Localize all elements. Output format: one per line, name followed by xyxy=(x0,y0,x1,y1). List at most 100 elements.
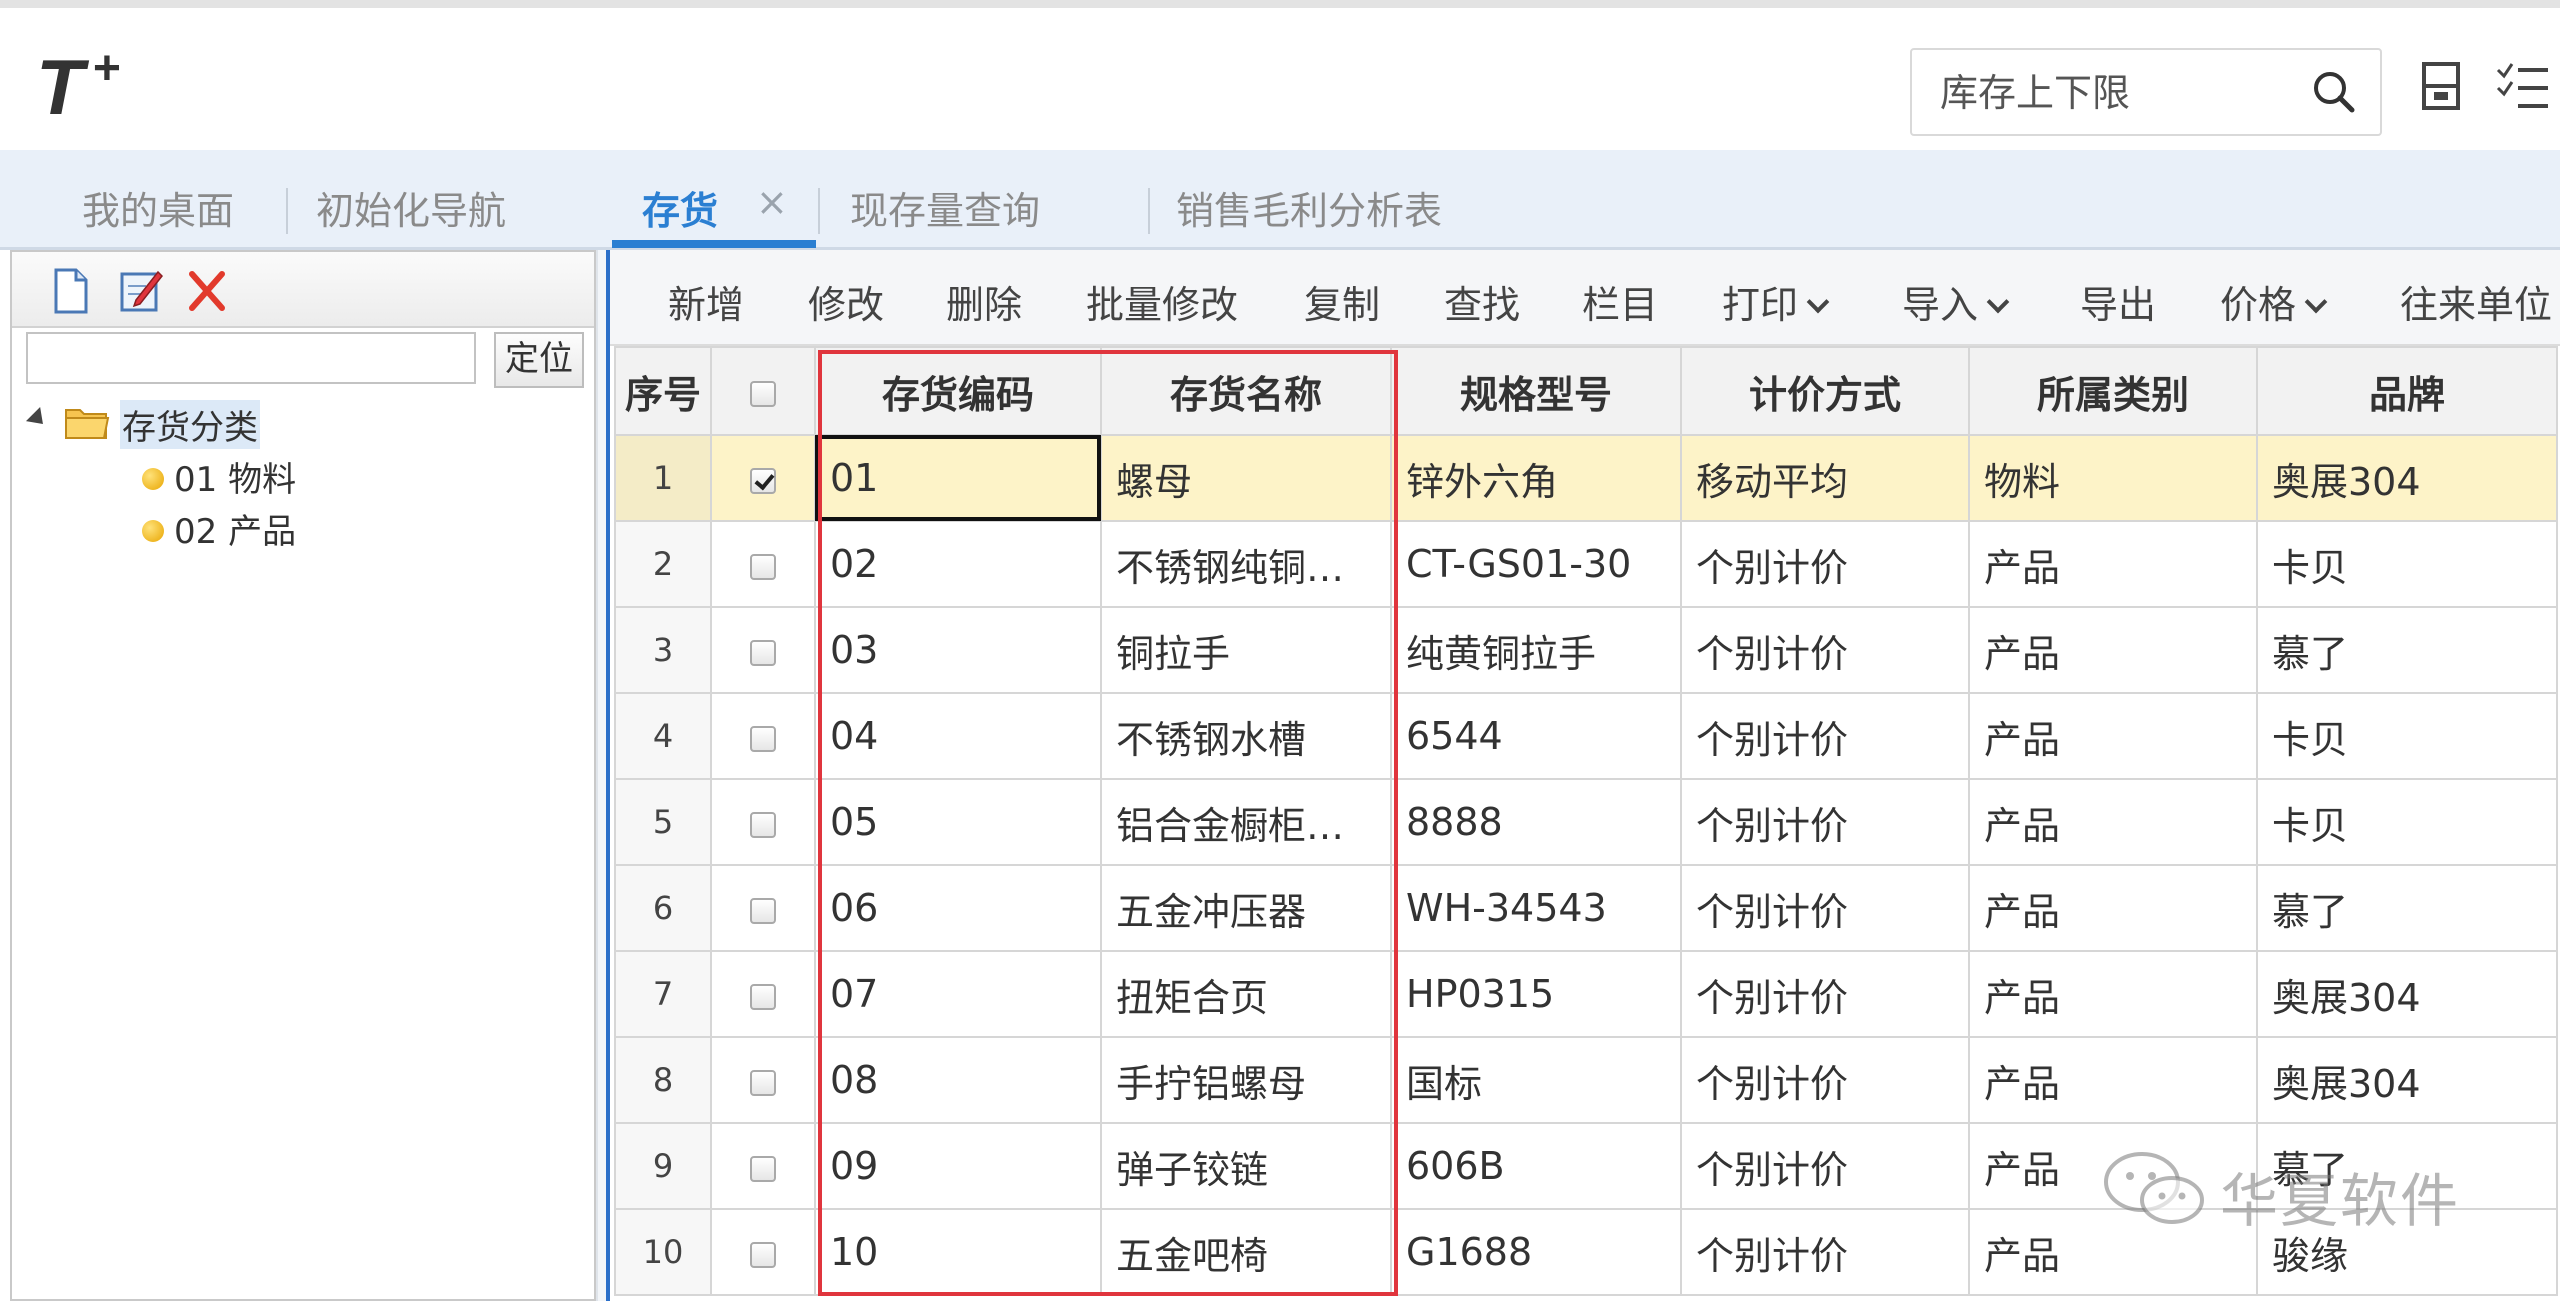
cell-pricing[interactable]: 个别计价 xyxy=(1680,1036,1970,1124)
cell-code[interactable]: 01 xyxy=(814,434,1102,522)
col-header-code[interactable]: 存货编码 xyxy=(814,346,1102,436)
cell-spec[interactable]: HP0315 xyxy=(1390,950,1682,1038)
cell-name[interactable]: 手拧铝螺母 xyxy=(1100,1036,1392,1124)
price-dropdown[interactable]: 价格 xyxy=(2220,274,2328,329)
cell-spec[interactable]: 纯黄铜拉手 xyxy=(1390,606,1682,694)
cell-select[interactable] xyxy=(710,606,816,694)
new-document-icon[interactable] xyxy=(48,266,94,316)
cell-code[interactable]: 03 xyxy=(814,606,1102,694)
table-row[interactable]: 1 01 螺母 锌外六角 移动平均 物料 奥展304 xyxy=(614,434,2558,522)
row-checkbox[interactable] xyxy=(750,553,776,580)
cell-spec[interactable]: 锌外六角 xyxy=(1390,434,1682,522)
cell-pricing[interactable]: 个别计价 xyxy=(1680,692,1970,780)
tab-gross-profit[interactable]: 销售毛利分析表 xyxy=(1176,180,1442,235)
cell-spec[interactable]: 6544 xyxy=(1390,692,1682,780)
table-row[interactable]: 6 06 五金冲压器 WH-34543 个别计价 产品 慕了 xyxy=(614,864,2558,952)
col-header-category[interactable]: 所属类别 xyxy=(1968,346,2258,436)
locate-input[interactable] xyxy=(26,332,476,384)
table-row[interactable]: 7 07 扭矩合页 HP0315 个别计价 产品 奥展304 xyxy=(614,950,2558,1038)
row-checkbox[interactable] xyxy=(750,1069,776,1096)
row-checkbox[interactable] xyxy=(750,897,776,924)
cell-spec[interactable]: 8888 xyxy=(1390,778,1682,866)
col-header-select[interactable] xyxy=(710,346,816,436)
find-button[interactable]: 查找 xyxy=(1444,274,1520,329)
print-dropdown[interactable]: 打印 xyxy=(1722,274,1830,329)
table-row[interactable]: 5 05 铝合金橱柜… 8888 个别计价 产品 卡贝 xyxy=(614,778,2558,866)
table-row[interactable]: 4 04 不锈钢水槽 6544 个别计价 产品 卡贝 xyxy=(614,692,2558,780)
cell-brand[interactable]: 奥展304 xyxy=(2256,950,2558,1038)
cell-category[interactable]: 产品 xyxy=(1968,606,2258,694)
modify-button[interactable]: 修改 xyxy=(808,274,884,329)
cell-code[interactable]: 08 xyxy=(814,1036,1102,1124)
cell-name[interactable]: 铜拉手 xyxy=(1100,606,1392,694)
panel-splitter[interactable] xyxy=(596,250,610,1301)
col-header-pricing[interactable]: 计价方式 xyxy=(1680,346,1970,436)
tree-expand-icon[interactable] xyxy=(25,406,51,432)
cell-name[interactable]: 五金冲压器 xyxy=(1100,864,1392,952)
cell-select[interactable] xyxy=(710,692,816,780)
cell-brand[interactable]: 卡贝 xyxy=(2256,692,2558,780)
cell-pricing[interactable]: 个别计价 xyxy=(1680,950,1970,1038)
cell-select[interactable] xyxy=(710,1036,816,1124)
cell-select[interactable] xyxy=(710,1122,816,1210)
table-row[interactable]: 8 08 手拧铝螺母 国标 个别计价 产品 奥展304 xyxy=(614,1036,2558,1124)
row-checkbox[interactable] xyxy=(750,639,776,666)
cell-category[interactable]: 物料 xyxy=(1968,434,2258,522)
row-checkbox[interactable] xyxy=(750,1241,776,1268)
cell-pricing[interactable]: 个别计价 xyxy=(1680,1122,1970,1210)
cell-category[interactable]: 产品 xyxy=(1968,520,2258,608)
cell-pricing[interactable]: 个别计价 xyxy=(1680,778,1970,866)
cell-pricing[interactable]: 个别计价 xyxy=(1680,1208,1970,1296)
cell-brand[interactable]: 奥展304 xyxy=(2256,434,2558,522)
cell-name[interactable]: 扭矩合页 xyxy=(1100,950,1392,1038)
cell-brand[interactable]: 奥展304 xyxy=(2256,1036,2558,1124)
cell-name[interactable]: 弹子铰链 xyxy=(1100,1122,1392,1210)
cell-select[interactable] xyxy=(710,778,816,866)
col-header-brand[interactable]: 品牌 xyxy=(2256,346,2558,436)
tree-item-materials[interactable]: 01 物料 xyxy=(142,452,296,501)
cell-select[interactable] xyxy=(710,864,816,952)
tab-close-icon[interactable]: × xyxy=(756,180,788,224)
cell-select[interactable] xyxy=(710,950,816,1038)
table-row[interactable]: 2 02 不锈钢纯铜… CT-GS01-30 个别计价 产品 卡贝 xyxy=(614,520,2558,608)
cell-select[interactable] xyxy=(710,434,816,522)
cell-category[interactable]: 产品 xyxy=(1968,778,2258,866)
cell-category[interactable]: 产品 xyxy=(1968,950,2258,1038)
tab-inventory[interactable]: 存货 xyxy=(642,180,718,235)
save-icon[interactable] xyxy=(2414,56,2470,116)
col-header-name[interactable]: 存货名称 xyxy=(1100,346,1392,436)
cell-brand[interactable]: 慕了 xyxy=(2256,864,2558,952)
cell-brand[interactable]: 卡贝 xyxy=(2256,520,2558,608)
add-button[interactable]: 新增 xyxy=(668,274,744,329)
cell-pricing[interactable]: 个别计价 xyxy=(1680,864,1970,952)
cell-spec[interactable]: CT-GS01-30 xyxy=(1390,520,1682,608)
cell-spec[interactable]: 606B xyxy=(1390,1122,1682,1210)
cell-category[interactable]: 产品 xyxy=(1968,1036,2258,1124)
tab-init-guide[interactable]: 初始化导航 xyxy=(316,180,506,235)
cell-brand[interactable]: 卡贝 xyxy=(2256,778,2558,866)
cell-name[interactable]: 不锈钢水槽 xyxy=(1100,692,1392,780)
copy-button[interactable]: 复制 xyxy=(1304,274,1380,329)
cell-code[interactable]: 07 xyxy=(814,950,1102,1038)
cell-name[interactable]: 螺母 xyxy=(1100,434,1392,522)
cell-name[interactable]: 五金吧椅 xyxy=(1100,1208,1392,1296)
cell-category[interactable]: 产品 xyxy=(1968,692,2258,780)
cell-pricing[interactable]: 移动平均 xyxy=(1680,434,1970,522)
cell-spec[interactable]: WH-34543 xyxy=(1390,864,1682,952)
tab-stock-query[interactable]: 现存量查询 xyxy=(850,180,1040,235)
cell-pricing[interactable]: 个别计价 xyxy=(1680,606,1970,694)
cell-code[interactable]: 04 xyxy=(814,692,1102,780)
cell-code[interactable]: 09 xyxy=(814,1122,1102,1210)
col-header-spec[interactable]: 规格型号 xyxy=(1390,346,1682,436)
cell-brand[interactable]: 慕了 xyxy=(2256,606,2558,694)
search-input[interactable] xyxy=(1912,50,2332,136)
cell-category[interactable]: 产品 xyxy=(1968,864,2258,952)
cell-pricing[interactable]: 个别计价 xyxy=(1680,520,1970,608)
row-checkbox[interactable] xyxy=(750,811,776,838)
edit-icon[interactable] xyxy=(118,266,164,316)
partners-button[interactable]: 往来单位 xyxy=(2400,274,2552,329)
cell-code[interactable]: 06 xyxy=(814,864,1102,952)
checklist-icon[interactable] xyxy=(2494,56,2550,116)
cell-spec[interactable]: 国标 xyxy=(1390,1036,1682,1124)
locate-button[interactable]: 定位 xyxy=(494,332,584,388)
